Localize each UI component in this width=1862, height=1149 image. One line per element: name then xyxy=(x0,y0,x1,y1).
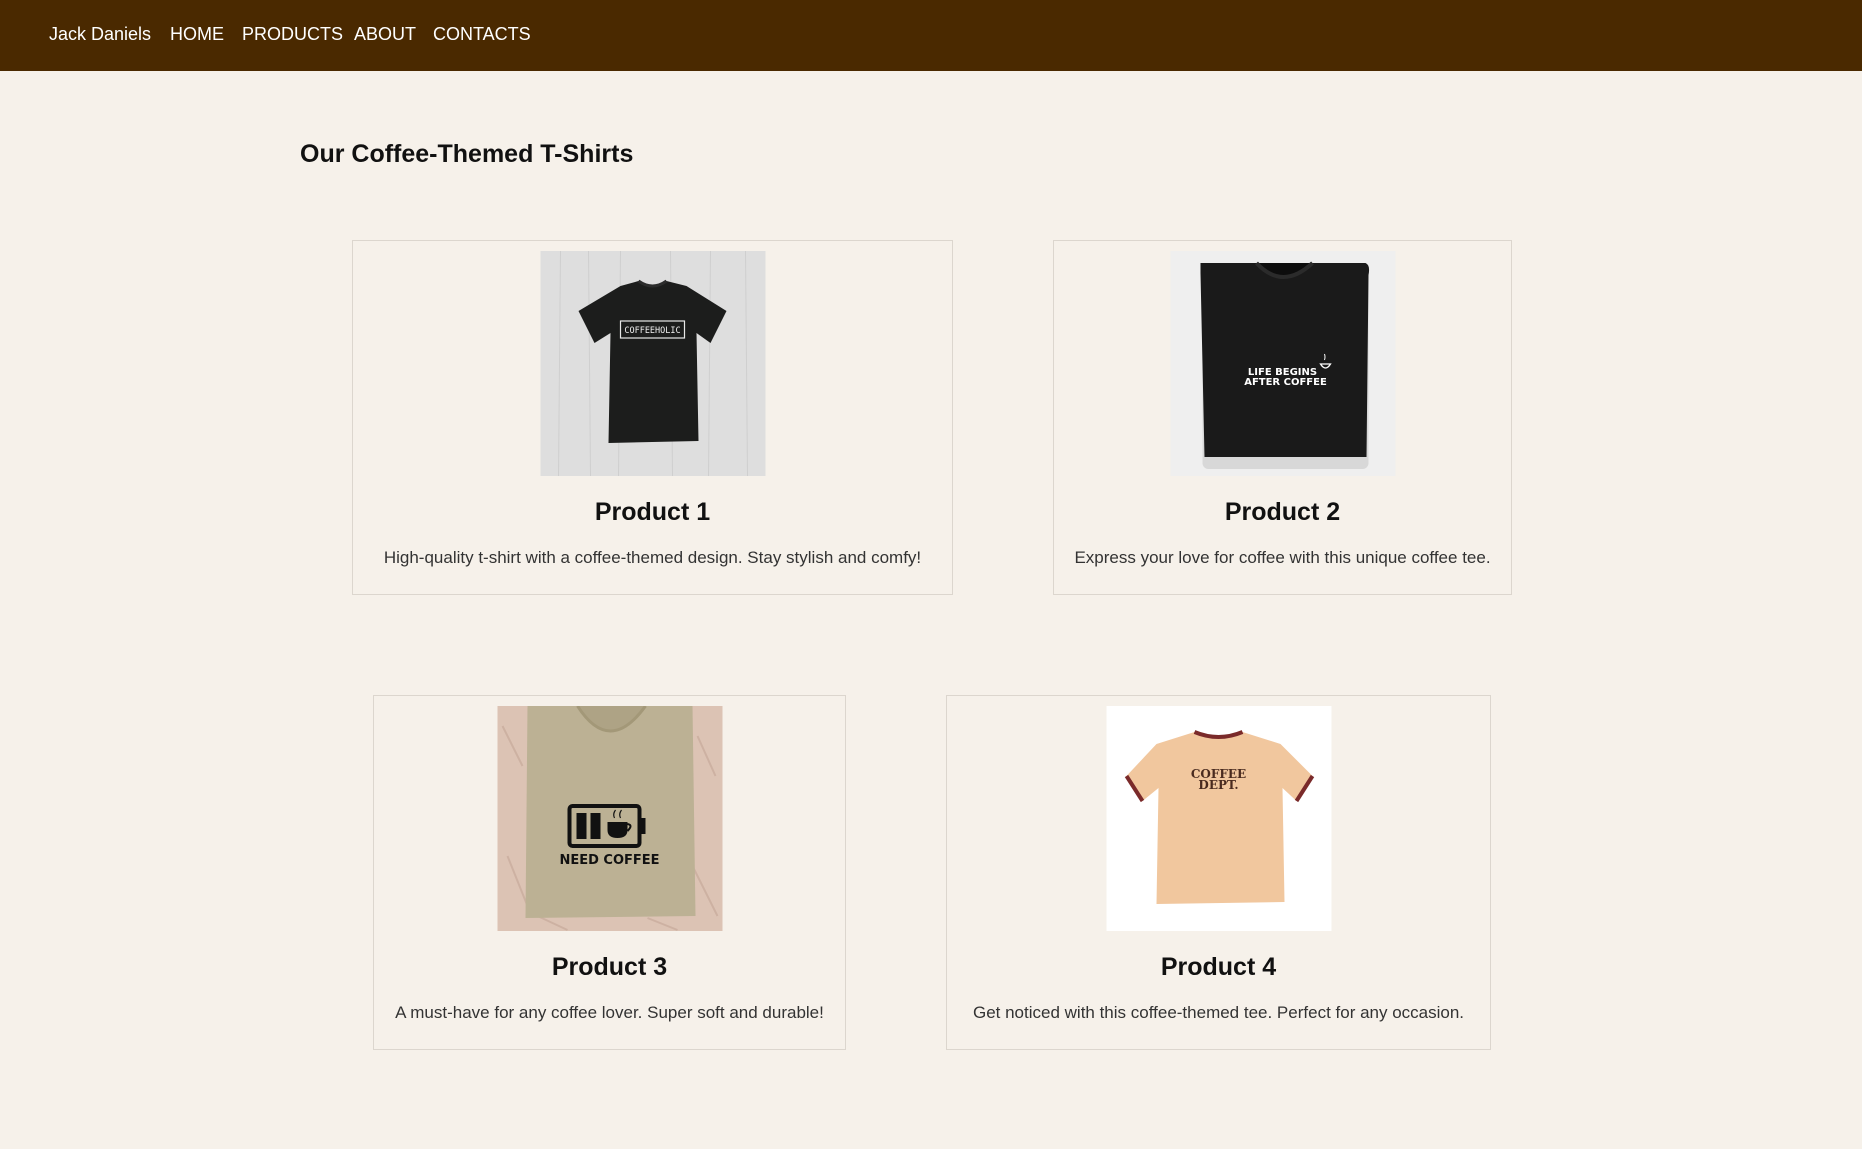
page-title: Our Coffee-Themed T-Shirts xyxy=(300,140,634,168)
shirt-print-line-2: AFTER COFFEE xyxy=(1244,377,1327,388)
product-image-1[interactable]: COFFEEHOLIC xyxy=(540,251,765,476)
product-image-2[interactable]: LIFE BEGINS AFTER COFFEE xyxy=(1170,251,1395,476)
shirt-print-text-1: COFFEEHOLIC xyxy=(624,326,680,336)
product-card-1[interactable]: COFFEEHOLIC Product 1 High-quality t-shi… xyxy=(352,240,953,595)
product-card-3[interactable]: NEED COFFEE Product 3 A must-have for an… xyxy=(373,695,846,1050)
nav-link-about[interactable]: ABOUT xyxy=(354,24,416,45)
product-description-3: A must-have for any coffee lover. Super … xyxy=(395,1003,824,1022)
product-description-2: Express your love for coffee with this u… xyxy=(1074,548,1491,567)
navbar: Jack Daniels HOME PRODUCTS ABOUT CONTACT… xyxy=(0,0,1862,71)
product-description-1: High-quality t-shirt with a coffee-theme… xyxy=(383,548,922,567)
nav-link-contacts[interactable]: CONTACTS xyxy=(433,24,531,45)
product-card-4[interactable]: COFFEE DEPT. Product 4 Get noticed with … xyxy=(946,695,1491,1050)
nav-link-home[interactable]: HOME xyxy=(170,24,224,45)
product-title-3[interactable]: Product 3 xyxy=(374,953,845,982)
product-image-3[interactable]: NEED COFFEE xyxy=(497,706,722,931)
product-image-4[interactable]: COFFEE DEPT. xyxy=(1106,706,1331,931)
nav-link-products[interactable]: PRODUCTS xyxy=(242,24,343,45)
product-description-4: Get noticed with this coffee-themed tee.… xyxy=(972,1003,1465,1022)
product-title-4[interactable]: Product 4 xyxy=(947,953,1490,982)
product-title-2[interactable]: Product 2 xyxy=(1054,498,1511,527)
shirt-print-text-3: NEED COFFEE xyxy=(559,853,659,868)
shirt-print-line-2: DEPT. xyxy=(1198,778,1238,792)
brand-link[interactable]: Jack Daniels xyxy=(49,24,151,45)
product-card-2[interactable]: LIFE BEGINS AFTER COFFEE Product 2 Expre… xyxy=(1053,240,1512,595)
product-title-1[interactable]: Product 1 xyxy=(353,498,952,527)
